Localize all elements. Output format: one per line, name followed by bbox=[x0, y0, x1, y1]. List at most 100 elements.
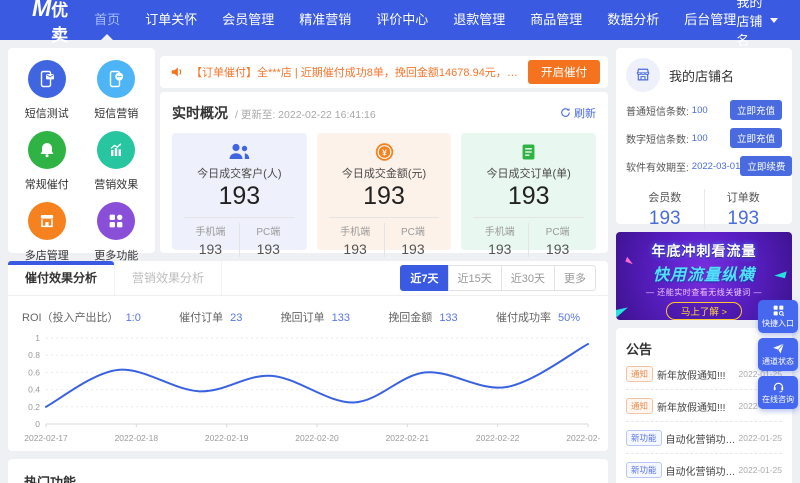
quick-label: 快捷入口 bbox=[762, 319, 794, 328]
banner-tagline: — 还能实时查看无线关键词 — bbox=[646, 288, 762, 297]
svg-text:0.6: 0.6 bbox=[28, 367, 40, 377]
sub-label: PC端 bbox=[545, 227, 570, 238]
hot-features-title: 热门功能 bbox=[24, 475, 77, 483]
banner-decoration bbox=[616, 307, 630, 320]
renew-button[interactable]: 立即续费 bbox=[740, 156, 793, 176]
sub-value: 193 bbox=[488, 241, 512, 257]
grid-search-icon bbox=[773, 305, 784, 317]
app-label: 营销效果 bbox=[94, 179, 139, 191]
shop-name: 我的店铺名 bbox=[669, 68, 735, 84]
sms-test-icon bbox=[27, 60, 66, 98]
sub-label: PC端 bbox=[256, 227, 281, 238]
announcement-date: 2022-01-25 bbox=[738, 465, 782, 475]
sub-label: PC端 bbox=[400, 227, 425, 238]
announcement-text: 自动化营销功能上线 bbox=[665, 466, 736, 478]
svg-text:2022-02-20: 2022-02-20 bbox=[295, 433, 339, 443]
today-orders-card: 今日成交订单(单) 193 手机端 193 PC端 193 bbox=[461, 133, 597, 257]
range-30d-button[interactable]: 近30天 bbox=[500, 265, 555, 291]
nav-item-order-care[interactable]: 订单关怀 bbox=[145, 0, 197, 40]
svg-text:0.2: 0.2 bbox=[28, 402, 40, 412]
members-count: 会员数 193 bbox=[648, 192, 682, 229]
stat-value: 193 bbox=[507, 182, 550, 210]
notice-badge: 通知 bbox=[626, 366, 654, 382]
logo-m-icon: M bbox=[32, 0, 51, 21]
announcement-item[interactable]: 新功能 自动化营销功能上线 2022-01-25 bbox=[626, 430, 782, 454]
sub-value: 193 bbox=[545, 241, 570, 257]
tab-marketing-effect[interactable]: 营销效果分析 bbox=[115, 261, 223, 295]
online-support-button[interactable]: 在线咨询 bbox=[758, 376, 798, 409]
recovered-orders-stat: 挽回订单 133 bbox=[280, 312, 351, 324]
announcement-text: 新年放假通知!!! bbox=[657, 402, 726, 414]
digital-sms-quota-row: 数字短信条数: 100 立即充值 bbox=[626, 128, 782, 148]
new-feature-badge: 新功能 bbox=[626, 430, 662, 446]
realtime-updated: / 更新至: 2022-02-22 16:41:16 bbox=[235, 109, 376, 121]
recharge-button[interactable]: 立即充值 bbox=[729, 100, 782, 120]
svg-text:2022-02-17: 2022-02-17 bbox=[24, 433, 68, 443]
nav-item-marketing[interactable]: 精准营销 bbox=[299, 0, 351, 40]
app-marketing-effect[interactable]: 营销效果 bbox=[82, 131, 152, 192]
app-multi-store[interactable]: 多店管理 bbox=[12, 202, 82, 263]
app-payment-reminder[interactable]: 常规催付 bbox=[12, 131, 82, 192]
app-label: 常规催付 bbox=[24, 179, 69, 191]
app-sms-marketing[interactable]: 短信营销 bbox=[82, 60, 152, 121]
sub-label: 手机端 bbox=[484, 227, 515, 238]
notice-bar: 【订单催付】全***店 | 近期催付成功8单，挽回金额14678.94元，催付成… bbox=[160, 56, 608, 88]
line-chart: 0 0.2 0.4 0.6 0.8 1 2022-02-17 2022-02-18 2022-0… bbox=[8, 327, 608, 447]
start-reminder-button[interactable]: 开启催付 bbox=[528, 60, 600, 84]
nav-item-refunds[interactable]: 退款管理 bbox=[453, 0, 505, 40]
sub-value: 193 bbox=[343, 241, 367, 257]
svg-text:2022-02-21: 2022-02-21 bbox=[386, 433, 430, 443]
nav-item-members[interactable]: 会员管理 bbox=[222, 0, 274, 40]
recovered-amount-stat: 挽回金额 133 bbox=[388, 312, 458, 324]
notice-text: 【订单催付】全***店 | 近期催付成功8单，挽回金额14678.94元，催付成… bbox=[191, 67, 528, 79]
hot-features-card: 热门功能 bbox=[8, 459, 608, 483]
tab-reminder-effect[interactable]: 催付效果分析 bbox=[8, 261, 116, 295]
refresh-button[interactable]: 刷新 bbox=[560, 105, 596, 121]
order-doc-icon bbox=[522, 144, 535, 160]
chevron-down-icon bbox=[770, 17, 778, 23]
row-label: 普通短信条数: bbox=[626, 106, 689, 118]
bell-icon bbox=[27, 131, 66, 169]
app-sms-test[interactable]: 短信测试 bbox=[12, 60, 82, 121]
announcement-text: 新年放假通知!!! bbox=[657, 370, 726, 382]
quick-label: 在线咨询 bbox=[762, 395, 794, 404]
storefront-icon bbox=[636, 68, 650, 81]
nav-item-products[interactable]: 商品管理 bbox=[530, 0, 582, 40]
svg-text:2022-02-23: 2022-02-23 bbox=[566, 433, 600, 443]
range-15d-button[interactable]: 近15天 bbox=[447, 265, 502, 291]
store-icon bbox=[27, 202, 66, 240]
svg-text:2022-02-19: 2022-02-19 bbox=[205, 433, 249, 443]
recharge-button[interactable]: 立即充值 bbox=[729, 128, 782, 148]
app-logo[interactable]: M 优卖 bbox=[32, 0, 68, 46]
svg-text:2022-02-22: 2022-02-22 bbox=[476, 433, 520, 443]
quick-entry-button[interactable]: 快捷入口 bbox=[758, 300, 798, 333]
banner-headline: 年底冲刺看流量 bbox=[651, 243, 757, 259]
app-more-features[interactable]: 更多功能 bbox=[82, 202, 152, 263]
shop-avatar bbox=[626, 58, 660, 92]
logo-text: 优卖 bbox=[51, 0, 69, 45]
channel-status-button[interactable]: 通道状态 bbox=[758, 338, 798, 371]
nav-item-admin[interactable]: 后台管理 bbox=[684, 0, 736, 40]
paper-plane-icon bbox=[772, 343, 784, 354]
dashboard-page: M 优卖 首页 订单关怀 会员管理 精准营销 评价中心 退款管理 商品管理 数据… bbox=[0, 0, 800, 483]
row-value: 2022-03-01 bbox=[691, 160, 741, 172]
license-expiry-row: 软件有效期至: 2022-03-01 立即续费 bbox=[626, 156, 793, 176]
banner-cta-button[interactable]: 马上了解 > bbox=[665, 302, 743, 320]
realtime-overview-card: 实时概况 / 更新至: 2022-02-22 16:41:16 刷新 今日成交客… bbox=[160, 92, 608, 257]
app-label: 短信测试 bbox=[24, 108, 69, 120]
sms-quota-row: 普通短信条数: 100 立即充值 bbox=[626, 100, 782, 120]
nav-item-analytics[interactable]: 数据分析 bbox=[607, 0, 659, 40]
new-feature-badge: 新功能 bbox=[626, 462, 662, 478]
range-more-button[interactable]: 更多 bbox=[554, 265, 596, 291]
range-7d-button[interactable]: 近7天 bbox=[400, 265, 449, 291]
reminder-orders-stat: 催付订单 23 bbox=[179, 312, 243, 324]
banner-subheadline: 快用流量纵横 bbox=[652, 267, 755, 284]
account-dropdown[interactable]: 我的店铺名 bbox=[736, 0, 778, 49]
analysis-stats-row: ROI（投入产出比） 1:0 催付订单 23 挽回订单 133 挽回金额 133 催付成… bbox=[8, 296, 608, 327]
svg-text:0: 0 bbox=[35, 419, 40, 429]
success-rate-stat: 催付成功率 50% bbox=[495, 312, 580, 324]
announcement-item[interactable]: 新功能 自动化营销功能上线 2022-01-25 bbox=[626, 462, 782, 483]
nav-item-reviews[interactable]: 评价中心 bbox=[376, 0, 428, 40]
nav-item-home[interactable]: 首页 bbox=[94, 0, 120, 40]
today-customers-card: 今日成交客户(人) 193 手机端 193 PC端 193 bbox=[172, 133, 307, 257]
